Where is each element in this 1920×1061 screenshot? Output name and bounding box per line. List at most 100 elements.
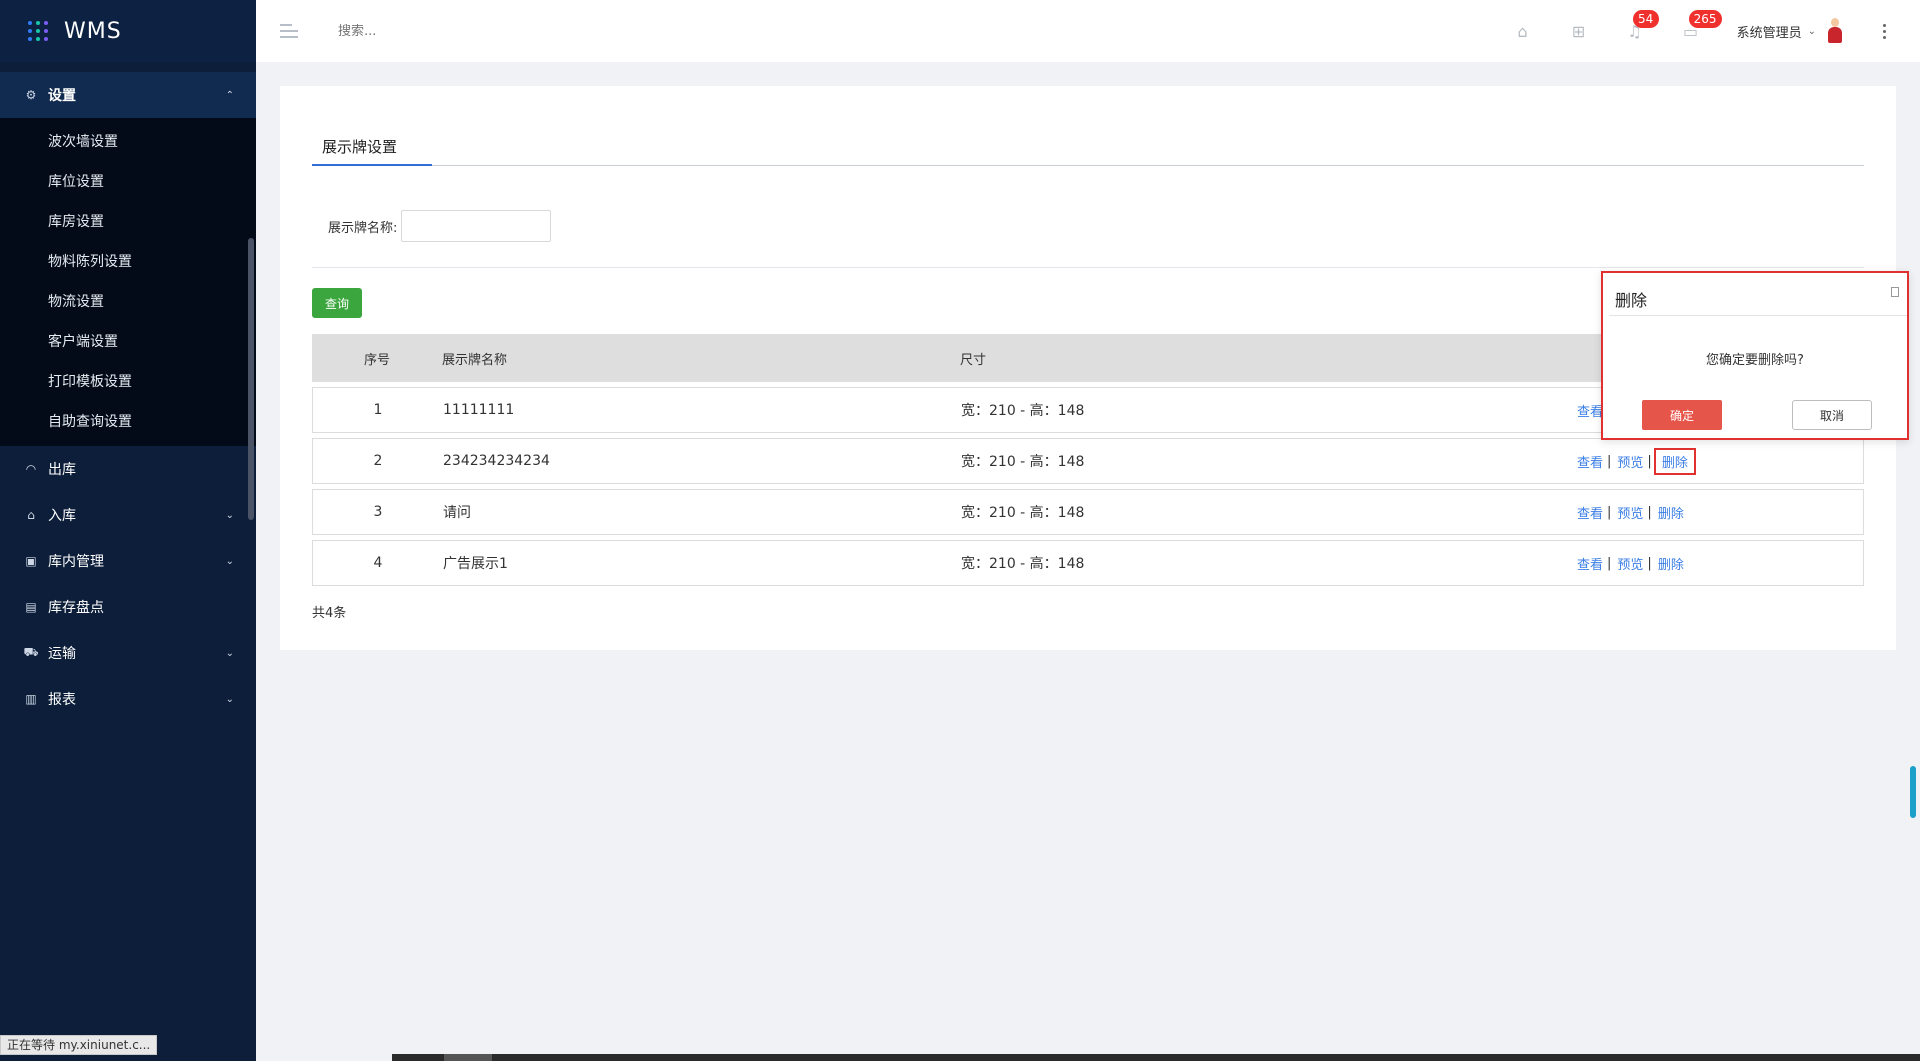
row-name: 请问 [443,505,471,521]
message-icon[interactable]: ▭ 265 [1663,0,1722,62]
browser-status-bar: 正在等待 my.xiniunet.c... [0,1035,158,1055]
message-badge: 265 [1688,10,1722,28]
gear-icon: ⚙ [25,88,37,102]
query-button[interactable]: 查询 [312,288,362,318]
sidebar-item-settings[interactable]: ⚙ 设置 ⌃ [0,72,256,118]
topbar: ⌂ ⊞ ♫ 54 ▭ 265 系统管理员 ⌄ [256,0,1920,62]
notification-badge: 54 [1632,10,1659,28]
headset-icon: ◠ [25,462,37,476]
grid-icon[interactable]: ⊞ [1551,0,1607,62]
box-icon: ▣ [25,554,37,568]
delete-link[interactable]: 删除 [1658,503,1684,522]
table-row: 4 广告展示1 宽：210 - 高：148 查看 | 预览 | 删除 [312,540,1864,586]
row-name: 广告展示1 [443,556,508,572]
row-ops: 查看 | 预览 | 删除 [1577,503,1863,522]
filter-bar: 展示牌名称: [328,210,552,242]
preview-link[interactable]: 预览 [1617,554,1643,573]
apps-grid-icon[interactable] [28,21,48,41]
sidebar-subitem-print-template[interactable]: 打印模板设置 [0,362,256,402]
separator: | [1647,555,1652,571]
app-title: WMS [64,18,122,44]
clipboard-icon: ▤ [25,600,37,614]
chevron-down-icon: ⌄ [225,509,234,521]
sidebar-subitem-location[interactable]: 库位设置 [0,162,256,202]
row-index: 2 [373,453,383,469]
confirm-button[interactable]: 确定 [1642,400,1722,430]
sidebar-subitem-self-query[interactable]: 自助查询设置 [0,402,256,442]
column-header-size: 尺寸 [960,352,987,368]
tab-display-board-settings[interactable]: 展示牌设置 [312,136,432,166]
row-size: 宽：210 - 高：148 [961,505,1085,521]
view-link[interactable]: 查看 [1577,503,1603,522]
preview-link[interactable]: 预览 [1617,452,1643,471]
view-link[interactable]: 查看 [1577,401,1603,420]
row-size: 宽：210 - 高：148 [961,454,1085,470]
sidebar-subitem-material-display[interactable]: 物料陈列设置 [0,242,256,282]
separator: | [1647,453,1652,469]
sidebar-item-transport[interactable]: ⛟ 运输 ⌄ [0,630,256,676]
floating-widget-handle[interactable] [1910,766,1916,818]
settings-submenu: 波次墙设置 库位设置 库房设置 物料陈列设置 物流设置 客户端设置 打印模板设置… [0,118,256,520]
search-input[interactable] [338,23,638,39]
popover-title: 删除 [1615,291,1648,310]
row-size: 宽：210 - 高：148 [961,556,1085,572]
delete-link[interactable]: 删除 [1653,447,1696,475]
sidebar-subitem-wave-wall[interactable]: 波次墙设置 [0,122,256,162]
sidebar-item-label: 设置 [48,88,76,104]
column-header-index: 序号 [363,352,390,368]
chevron-down-icon: ⌄ [225,555,234,567]
row-ops: 查看 | 预览 | 删除 [1577,447,1863,475]
sidebar-item-inbound[interactable]: ⌂ 入库 ⌄ [0,492,256,538]
sidebar-scrollbar[interactable] [248,238,254,520]
close-icon[interactable] [1891,287,1899,297]
row-index: 3 [373,504,383,520]
truck-icon: ⛟ [23,645,39,659]
popover-divider [1609,315,1907,316]
chevron-down-icon[interactable]: ⌄ [1808,26,1816,37]
sidebar-item-inventory-management[interactable]: ▣ 库内管理 ⌄ [0,538,256,584]
sidebar-subitem-warehouse[interactable]: 库房设置 [0,202,256,242]
display-board-name-input[interactable] [401,210,552,242]
popover-message: 您确定要删除吗? [1706,353,1804,368]
chevron-down-icon: ⌄ [225,647,234,659]
sidebar-item-label: 库内管理 [48,554,104,570]
avatar[interactable] [1826,18,1844,44]
separator: | [1607,555,1612,571]
delete-confirm-popover: 删除 您确定要删除吗? 确定 取消 [1601,271,1909,440]
bell-icon[interactable]: ♫ 54 [1607,0,1663,62]
menu-toggle-icon[interactable] [280,24,298,38]
sidebar-item-label: 运输 [48,646,76,662]
view-link[interactable]: 查看 [1577,452,1603,471]
row-index: 1 [373,402,383,418]
column-header-name: 展示牌名称 [442,352,508,368]
table-row: 2 234234234234 宽：210 - 高：148 查看 | 预览 | 删… [312,438,1864,484]
preview-link[interactable]: 预览 [1617,503,1643,522]
delete-link[interactable]: 删除 [1658,554,1684,573]
sidebar-item-outbound[interactable]: ◠ 出库 [0,446,256,492]
sidebar-subitem-client[interactable]: 客户端设置 [0,322,256,362]
scrollbar-thumb[interactable] [444,1054,492,1061]
chevron-up-icon: ⌃ [225,89,234,101]
row-ops: 查看 | 预览 | 删除 [1577,554,1863,573]
view-link[interactable]: 查看 [1577,554,1603,573]
separator: | [1607,504,1612,520]
more-vertical-icon[interactable] [1874,21,1894,41]
row-name: 234234234234 [443,453,550,469]
sidebar-item-label: 报表 [48,692,76,708]
table-row: 3 请问 宽：210 - 高：148 查看 | 预览 | 删除 [312,489,1864,535]
cancel-button[interactable]: 取消 [1792,400,1872,430]
sidebar-item-reports[interactable]: ▥ 报表 ⌄ [0,676,256,722]
sidebar-item-label: 入库 [48,508,76,524]
separator: | [1607,453,1612,469]
home-icon[interactable]: ⌂ [1495,0,1551,62]
sidebar: WMS ⚙ 设置 ⌃ 波次墙设置 库位设置 库房设置 物料陈列设置 物流设置 客… [0,0,256,1061]
sidebar-subitem-logistics[interactable]: 物流设置 [0,282,256,322]
user-name[interactable]: 系统管理员 [1737,22,1802,41]
horizontal-scrollbar[interactable] [392,1054,1920,1061]
filter-label: 展示牌名称: [328,220,398,236]
sidebar-item-stocktaking[interactable]: ▤ 库存盘点 [0,584,256,630]
brand: WMS [0,0,256,62]
separator: | [1647,504,1652,520]
menu-group-settings: ⚙ 设置 ⌃ 波次墙设置 库位设置 库房设置 物料陈列设置 物流设置 客户端设置… [0,72,256,520]
bar-chart-icon: ▥ [25,692,37,706]
